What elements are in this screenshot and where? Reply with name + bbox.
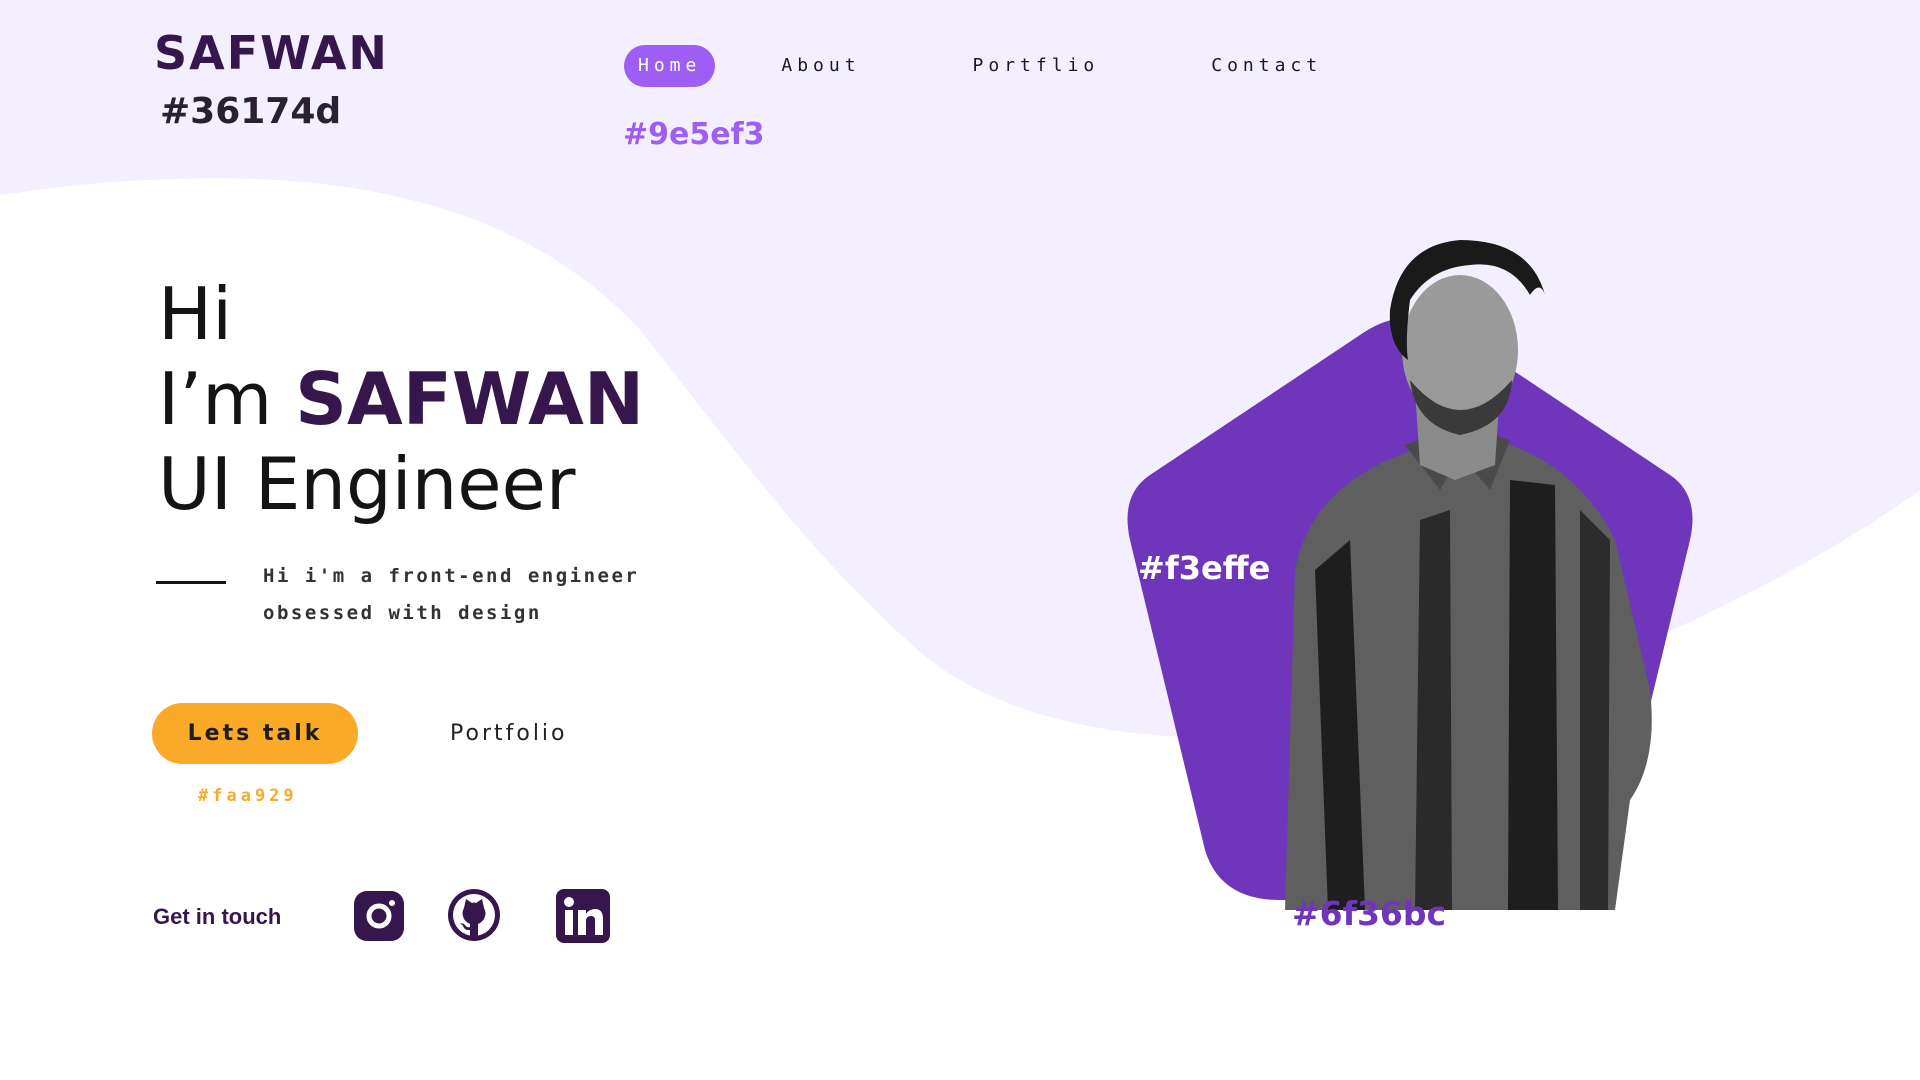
hero-role: UI Engineer xyxy=(158,442,576,526)
tagline-line-2: obsessed with design xyxy=(263,602,542,624)
tagline-dash xyxy=(156,581,226,584)
hero-greeting: Hi xyxy=(158,272,233,356)
button-color-note: #faa929 xyxy=(198,786,298,806)
lets-talk-button[interactable]: Lets talk xyxy=(152,703,358,764)
hero-intro: I’m SAFWAN xyxy=(158,357,644,442)
hero-intro-prefix: I’m xyxy=(158,357,296,441)
github-icon[interactable] xyxy=(448,889,500,941)
nav-color-note: #9e5ef3 xyxy=(623,117,765,152)
nav-about[interactable]: About xyxy=(767,45,874,87)
hero-name: SAFWAN xyxy=(295,357,645,441)
linkedin-icon[interactable] xyxy=(556,889,610,943)
shirt-stripe xyxy=(1415,510,1452,910)
instagram-icon[interactable] xyxy=(354,891,404,941)
logo-color-note: #36174d xyxy=(160,91,342,132)
shape-color-note: #6f36bc xyxy=(1292,894,1447,933)
wave-color-note: #f3effe xyxy=(1138,549,1271,587)
shirt-stripe xyxy=(1580,510,1610,910)
nav-home[interactable]: Home xyxy=(624,45,716,87)
hero-tagline: Hi i'm a front-end engineer obsessed wit… xyxy=(263,558,683,632)
person-photo xyxy=(1285,240,1652,910)
site-logo[interactable]: SAFWAN xyxy=(154,30,389,76)
get-in-touch-label: Get in touch xyxy=(153,904,282,929)
nav-portfolio[interactable]: Portflio xyxy=(959,45,1114,87)
shirt-stripe xyxy=(1508,480,1558,910)
hero-heading: Hi I’m SAFWAN UI Engineer xyxy=(158,272,644,527)
portfolio-button[interactable]: Portfolio xyxy=(450,711,568,755)
tagline-line-1: Hi i'm a front-end engineer xyxy=(263,565,640,587)
nav-contact[interactable]: Contact xyxy=(1197,45,1336,87)
main-nav: Home About Portflio Contact xyxy=(624,45,1336,87)
